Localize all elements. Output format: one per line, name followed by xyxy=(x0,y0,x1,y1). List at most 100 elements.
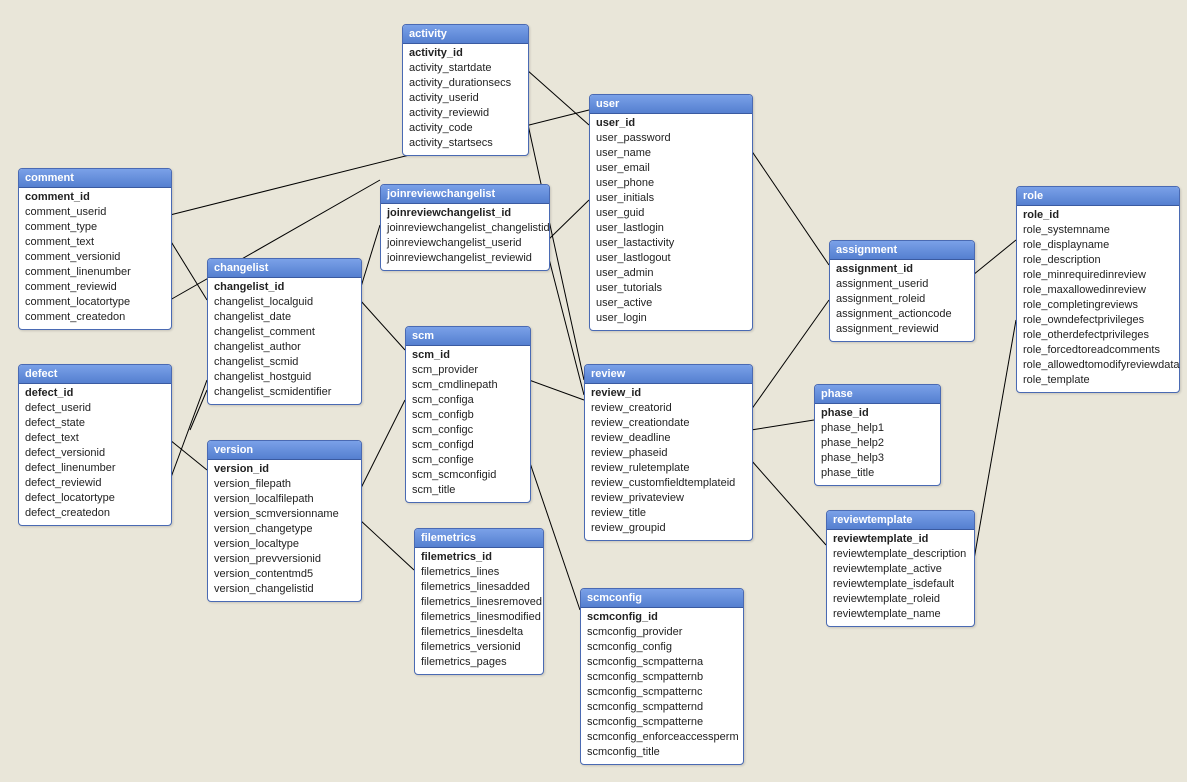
column[interactable]: role_owndefectprivileges xyxy=(1017,313,1179,328)
column[interactable]: phase_help2 xyxy=(815,436,940,451)
column[interactable]: user_lastactivity xyxy=(590,236,752,251)
column[interactable]: comment_text xyxy=(19,235,171,250)
column[interactable]: phase_title xyxy=(815,466,940,481)
column[interactable]: role_description xyxy=(1017,253,1179,268)
column[interactable]: scmconfig_scmpatternb xyxy=(581,670,743,685)
column[interactable]: role_forcedtoreadcomments xyxy=(1017,343,1179,358)
column[interactable]: phase_help3 xyxy=(815,451,940,466)
column[interactable]: comment_type xyxy=(19,220,171,235)
column[interactable]: role_minrequiredinreview xyxy=(1017,268,1179,283)
table-header[interactable]: defect xyxy=(19,365,171,384)
column[interactable]: changelist_date xyxy=(208,310,361,325)
table-header[interactable]: user xyxy=(590,95,752,114)
column-pk[interactable]: user_id xyxy=(590,116,752,131)
column[interactable]: scmconfig_config xyxy=(581,640,743,655)
table-header[interactable]: changelist xyxy=(208,259,361,278)
column[interactable]: user_password xyxy=(590,131,752,146)
column[interactable]: scmconfig_scmpatternd xyxy=(581,700,743,715)
table-role[interactable]: rolerole_idrole_systemnamerole_displayna… xyxy=(1016,186,1180,393)
column[interactable]: comment_versionid xyxy=(19,250,171,265)
column[interactable]: review_deadline xyxy=(585,431,752,446)
column[interactable]: activity_startdate xyxy=(403,61,528,76)
column[interactable]: reviewtemplate_active xyxy=(827,562,974,577)
column[interactable]: changelist_scmidentifier xyxy=(208,385,361,400)
column[interactable]: review_creatorid xyxy=(585,401,752,416)
table-header[interactable]: version xyxy=(208,441,361,460)
column[interactable]: scmconfig_scmpatterna xyxy=(581,655,743,670)
column[interactable]: activity_reviewid xyxy=(403,106,528,121)
column[interactable]: review_ruletemplate xyxy=(585,461,752,476)
column[interactable]: review_creationdate xyxy=(585,416,752,431)
column[interactable]: user_active xyxy=(590,296,752,311)
column[interactable]: scm_configd xyxy=(406,438,530,453)
column[interactable]: comment_linenumber xyxy=(19,265,171,280)
column-pk[interactable]: comment_id xyxy=(19,190,171,205)
column[interactable]: comment_createdon xyxy=(19,310,171,325)
column[interactable]: changelist_author xyxy=(208,340,361,355)
column[interactable]: scmconfig_title xyxy=(581,745,743,760)
column[interactable]: review_title xyxy=(585,506,752,521)
table-scmconfig[interactable]: scmconfigscmconfig_idscmconfig_providers… xyxy=(580,588,744,765)
column[interactable]: assignment_reviewid xyxy=(830,322,974,337)
column-pk[interactable]: defect_id xyxy=(19,386,171,401)
column[interactable]: filemetrics_linesdelta xyxy=(415,625,543,640)
column[interactable]: assignment_actioncode xyxy=(830,307,974,322)
table-header[interactable]: comment xyxy=(19,169,171,188)
table-header[interactable]: reviewtemplate xyxy=(827,511,974,530)
column[interactable]: user_lastlogin xyxy=(590,221,752,236)
column[interactable]: comment_reviewid xyxy=(19,280,171,295)
column[interactable]: scm_confige xyxy=(406,453,530,468)
column[interactable]: scmconfig_provider xyxy=(581,625,743,640)
column[interactable]: defect_state xyxy=(19,416,171,431)
column[interactable]: review_groupid xyxy=(585,521,752,536)
column[interactable]: defect_linenumber xyxy=(19,461,171,476)
column[interactable]: user_name xyxy=(590,146,752,161)
table-header[interactable]: joinreviewchangelist xyxy=(381,185,549,204)
table-header[interactable]: filemetrics xyxy=(415,529,543,548)
column[interactable]: user_initials xyxy=(590,191,752,206)
column[interactable]: filemetrics_versionid xyxy=(415,640,543,655)
table-filemetrics[interactable]: filemetrics filemetrics_id filemetrics_lin… xyxy=(414,528,544,675)
table-comment[interactable]: commentcomment_idcomment_useridcomment_t… xyxy=(18,168,172,330)
column-pk[interactable]: version_id xyxy=(208,462,361,477)
column[interactable]: scmconfig_enforceaccessperm xyxy=(581,730,743,745)
column[interactable]: activity_code xyxy=(403,121,528,136)
column[interactable]: defect_userid xyxy=(19,401,171,416)
table-header[interactable]: phase xyxy=(815,385,940,404)
column[interactable]: user_tutorials xyxy=(590,281,752,296)
column-pk[interactable]: review_id xyxy=(585,386,752,401)
table-header[interactable]: review xyxy=(585,365,752,384)
column[interactable]: activity_startsecs xyxy=(403,136,528,151)
column[interactable]: version_contentmd5 xyxy=(208,567,361,582)
column-pk[interactable]: scm_id xyxy=(406,348,530,363)
column[interactable]: version_changelistid xyxy=(208,582,361,597)
column[interactable]: version_scmversionname xyxy=(208,507,361,522)
column[interactable]: filemetrics_linesadded xyxy=(415,580,543,595)
column[interactable]: defect_reviewid xyxy=(19,476,171,491)
column-pk[interactable]: changelist_id xyxy=(208,280,361,295)
column[interactable]: scm_provider xyxy=(406,363,530,378)
column[interactable]: user_admin xyxy=(590,266,752,281)
column[interactable]: comment_locatortype xyxy=(19,295,171,310)
column[interactable]: scm_configa xyxy=(406,393,530,408)
column[interactable]: user_email xyxy=(590,161,752,176)
column[interactable]: user_lastlogout xyxy=(590,251,752,266)
column[interactable]: role_otherdefectprivileges xyxy=(1017,328,1179,343)
column[interactable]: role_systemname xyxy=(1017,223,1179,238)
column[interactable]: user_phone xyxy=(590,176,752,191)
table-header[interactable]: assignment xyxy=(830,241,974,260)
column[interactable]: filemetrics_linesmodified xyxy=(415,610,543,625)
column[interactable]: assignment_roleid xyxy=(830,292,974,307)
column[interactable]: changelist_hostguid xyxy=(208,370,361,385)
column[interactable]: changelist_localguid xyxy=(208,295,361,310)
column-pk[interactable]: filemetrics_id xyxy=(415,550,543,565)
column[interactable]: joinreviewchangelist_changelistid xyxy=(381,221,549,236)
column[interactable]: filemetrics_linesremoved xyxy=(415,595,543,610)
column[interactable]: review_phaseid xyxy=(585,446,752,461)
column[interactable]: reviewtemplate_description xyxy=(827,547,974,562)
column[interactable]: scm_scmconfigid xyxy=(406,468,530,483)
column[interactable]: role_template xyxy=(1017,373,1179,388)
column[interactable]: user_guid xyxy=(590,206,752,221)
table-version[interactable]: versionversion_idversion_filepathversion… xyxy=(207,440,362,602)
column-pk[interactable]: role_id xyxy=(1017,208,1179,223)
